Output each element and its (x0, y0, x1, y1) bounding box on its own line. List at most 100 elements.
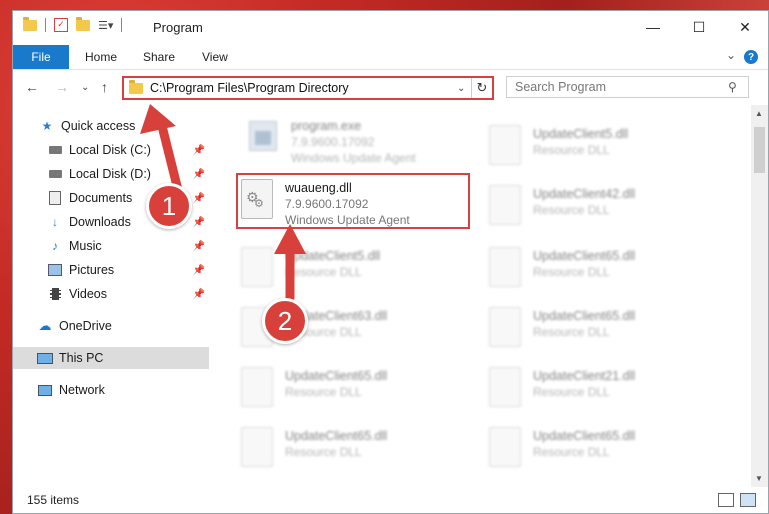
sidebar-item-label: Videos (69, 287, 107, 301)
sidebar-item-label: Documents (69, 191, 133, 205)
sidebar-item-label: Quick access (61, 119, 136, 133)
status-bar: 155 items (13, 487, 768, 513)
file-description: Windows Update Agent (291, 151, 416, 165)
navigation-bar: ← → ⌄ ↑ C:\Program Files\Program Directo… (13, 71, 768, 105)
pin-icon[interactable]: 📌 (193, 265, 205, 276)
dll-file-icon (485, 245, 525, 289)
pin-icon[interactable]: 📌 (193, 193, 205, 204)
film-icon (47, 287, 63, 301)
dll-file-icon (485, 425, 525, 469)
large-icons-view-icon[interactable] (740, 493, 756, 507)
computer-icon (37, 351, 53, 365)
sidebar-item-videos[interactable]: Videos 📌 (13, 283, 209, 305)
toolbar-divider (45, 18, 46, 32)
new-folder-icon[interactable] (76, 16, 90, 31)
file-description: Resource DLL (533, 325, 610, 339)
file-item[interactable]: UpdateClient65.dll Resource DLL (237, 365, 467, 417)
folder-icon (23, 16, 37, 31)
sidebar-item-onedrive[interactable]: ☁ OneDrive (13, 315, 209, 337)
recent-locations-icon[interactable]: ⌄ (81, 82, 89, 93)
search-icon[interactable]: ⚲ (728, 80, 748, 94)
customize-toolbar-icon[interactable]: ☰▾ (98, 19, 113, 32)
file-item[interactable]: UpdateClient65.dll Resource DLL (485, 425, 715, 477)
pin-icon[interactable]: 📌 (193, 145, 205, 156)
maximize-button[interactable]: ☐ (676, 11, 722, 43)
cloud-icon: ☁ (38, 318, 52, 333)
file-name: UpdateClient42.dll (533, 187, 636, 201)
dll-file-icon (485, 183, 525, 227)
up-arrow-icon[interactable]: ↑ (101, 79, 108, 95)
file-item[interactable]: UpdateClient65.dll Resource DLL (485, 245, 715, 297)
sidebar-item-label: Music (69, 239, 102, 253)
sidebar-item-local-disk-c[interactable]: Local Disk (C:) 📌 (13, 139, 209, 161)
file-name: UpdateClient5.dll (533, 127, 629, 141)
sidebar-item-label: This PC (59, 351, 104, 365)
navigation-pane: ★ Quick access Local Disk (C:) 📌 Local D… (13, 111, 209, 481)
details-view-icon[interactable] (718, 493, 734, 507)
file-item[interactable]: UpdateClient5.dll Resource DLL (485, 123, 715, 175)
file-description: Resource DLL (533, 203, 610, 217)
tab-view[interactable]: View (202, 50, 228, 64)
forward-arrow-icon[interactable]: → (55, 79, 69, 95)
title-bar: ✓ ☰▾ Program — ☐ ✕ (13, 11, 768, 43)
scroll-down-icon[interactable]: ▼ (755, 474, 763, 483)
item-count: 155 items (27, 493, 80, 507)
vertical-scrollbar[interactable]: ▲ ▼ (751, 105, 768, 487)
address-bar[interactable]: C:\Program Files\Program Directory ⌄ ↻ (122, 76, 494, 100)
file-version: 7.9.9600.17092 (291, 135, 375, 149)
sidebar-item-label: Local Disk (C:) (69, 143, 151, 157)
drive-icon (47, 143, 63, 157)
file-list: program.exe 7.9.9600.17092 Windows Updat… (223, 111, 743, 479)
quick-access-toolbar: ✓ ☰▾ (23, 16, 130, 32)
file-description: Resource DLL (533, 445, 610, 459)
tab-file[interactable]: File (13, 45, 69, 69)
dll-file-icon (237, 365, 277, 409)
step-2-badge: 2 (262, 298, 308, 344)
sidebar-item-label: Pictures (69, 263, 115, 277)
minimize-button[interactable]: — (630, 11, 676, 43)
sidebar-item-local-disk-d[interactable]: Local Disk (D:) 📌 (13, 163, 209, 185)
pin-icon[interactable]: 📌 (193, 241, 205, 252)
address-path[interactable]: C:\Program Files\Program Directory (150, 81, 457, 95)
sidebar-item-pictures[interactable]: Pictures 📌 (13, 259, 209, 281)
search-input[interactable]: Search Program ⚲ (506, 76, 749, 98)
download-arrow-icon: ↓ (52, 215, 58, 229)
dll-file-icon (485, 305, 525, 349)
file-item[interactable]: UpdateClient21.dll Resource DLL (485, 365, 715, 417)
refresh-icon[interactable]: ↻ (471, 78, 492, 98)
search-placeholder: Search Program (515, 80, 607, 94)
drive-icon (47, 167, 63, 181)
file-item[interactable]: UpdateClient65.dll Resource DLL (485, 305, 715, 357)
toolbar-divider (121, 18, 123, 32)
sidebar-item-music[interactable]: ♪ Music 📌 (13, 235, 209, 257)
file-name: UpdateClient65.dll (533, 249, 636, 263)
file-name: program.exe (291, 119, 362, 133)
exe-file-icon (243, 115, 283, 159)
star-icon: ★ (41, 119, 53, 133)
file-item[interactable]: UpdateClient65.dll Resource DLL (237, 425, 467, 477)
help-icon[interactable]: ? (744, 50, 758, 64)
sidebar-item-label: Downloads (69, 215, 131, 229)
back-arrow-icon[interactable]: ← (25, 79, 39, 95)
file-name: UpdateClient21.dll (533, 369, 636, 383)
address-dropdown-icon[interactable]: ⌄ (457, 83, 471, 94)
sidebar-item-network[interactable]: Network (13, 379, 209, 401)
pin-icon[interactable]: 📌 (193, 169, 205, 180)
file-item[interactable]: UpdateClient5.dll Resource DLL (237, 245, 467, 297)
sidebar-item-label: Local Disk (D:) (69, 167, 151, 181)
properties-icon[interactable]: ✓ (54, 18, 68, 32)
expand-ribbon-icon[interactable]: ⌄ (726, 48, 736, 62)
file-item[interactable]: UpdateClient42.dll Resource DLL (485, 183, 715, 235)
scrollbar-thumb[interactable] (754, 127, 765, 173)
file-item[interactable]: program.exe 7.9.9600.17092 Windows Updat… (243, 115, 473, 167)
dll-file-icon (485, 123, 525, 167)
dll-file-icon (237, 425, 277, 469)
sidebar-item-this-pc[interactable]: This PC (13, 347, 209, 369)
scroll-up-icon[interactable]: ▲ (755, 109, 763, 118)
pin-icon[interactable]: 📌 (193, 289, 205, 300)
tab-home[interactable]: Home (85, 50, 117, 64)
close-button[interactable]: ✕ (722, 11, 768, 43)
pin-icon[interactable]: 📌 (193, 217, 205, 228)
tab-share[interactable]: Share (143, 50, 175, 64)
sidebar-item-quick-access[interactable]: ★ Quick access (13, 115, 209, 137)
